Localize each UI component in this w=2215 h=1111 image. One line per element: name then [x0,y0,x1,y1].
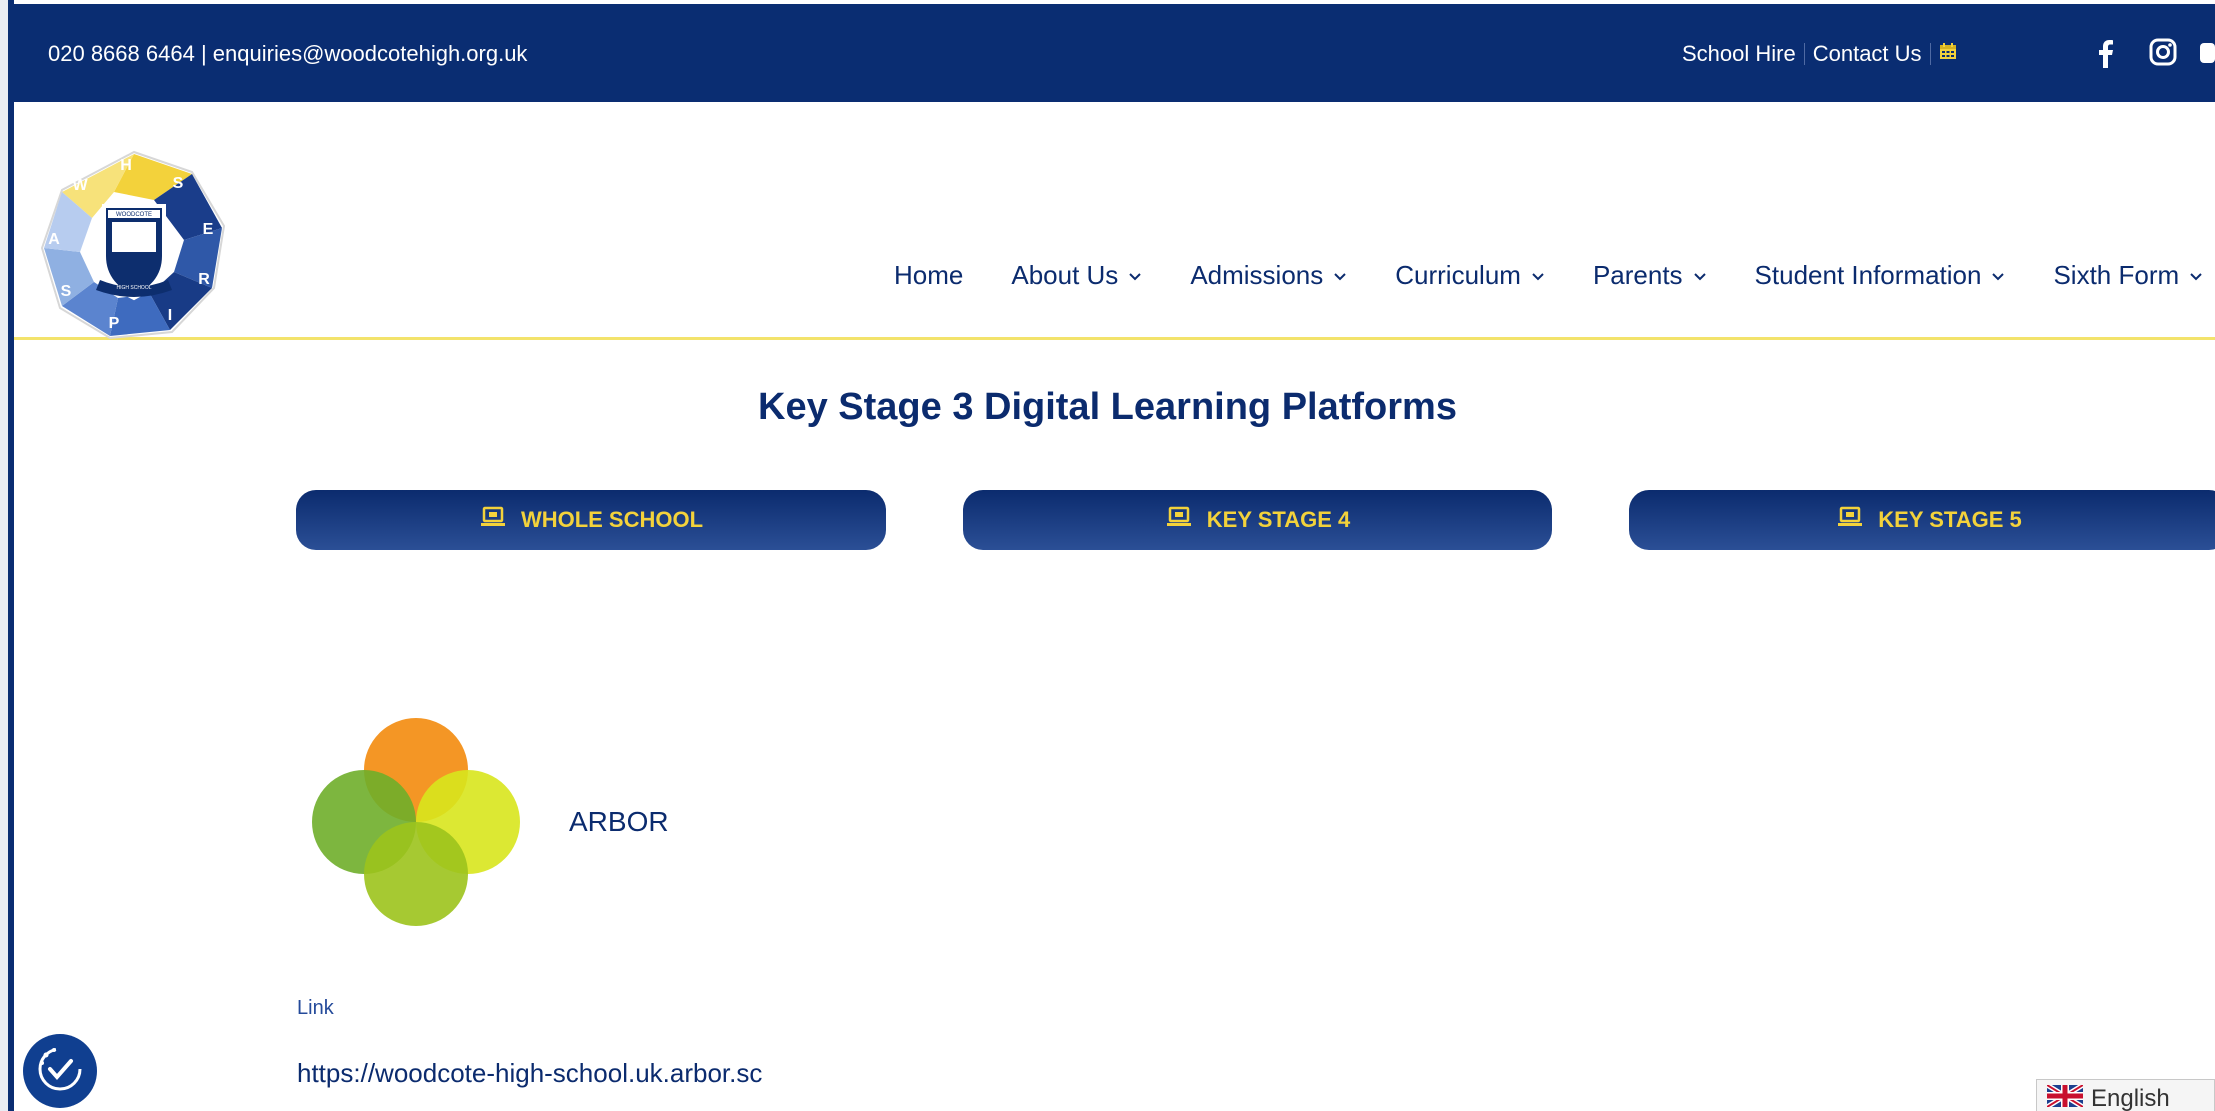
logo-letter: E [203,221,214,238]
laptop-icon [1165,505,1193,535]
window-edge [0,0,14,1111]
language-selector[interactable]: English [2036,1079,2215,1111]
nav-item-sixth-form[interactable]: Sixth Form [2053,260,2203,291]
nav-item-admissions[interactable]: Admissions [1190,260,1347,291]
logo-letter: A [48,231,60,248]
accessibility-button[interactable] [23,1034,97,1108]
nav-item-label: Curriculum [1395,260,1521,290]
logo-letter: W [72,177,88,194]
platform-url-link[interactable]: https://woodcote-high-school.uk.arbor.sc [297,1058,762,1089]
key-stage-4-button[interactable]: KEY STAGE 4 [963,490,1552,550]
school-hire-link[interactable]: School Hire [1682,41,1796,67]
laptop-icon [1836,505,1864,535]
nav-item-label: Sixth Form [2053,260,2180,290]
contact-info: 020 8668 6464 | enquiries@woodcotehigh.o… [48,41,527,67]
logo-letter: P [109,315,120,332]
chevron-down-icon [2189,266,2203,287]
nav-item-label: Admissions [1190,260,1324,290]
nav-item-parents[interactable]: Parents [1593,260,1707,291]
email-link[interactable]: enquiries@woodcotehigh.org.uk [213,41,528,66]
nav-item-about-us[interactable]: About Us [1011,260,1142,291]
nav-item-home[interactable]: Home [894,260,963,291]
nav-item-label: Student Information [1754,260,1982,290]
accessibility-icon [34,1043,86,1100]
button-label: KEY STAGE 5 [1878,507,2022,532]
chevron-down-icon [1333,266,1347,287]
chevron-down-icon [1693,266,1707,287]
nav-item-curriculum[interactable]: Curriculum [1395,260,1545,291]
divider [1803,43,1805,65]
language-label: English [2091,1085,2170,1111]
platform-name: ARBOR [569,806,669,837]
chevron-down-icon [1128,266,1142,287]
nav-item-label: About Us [1011,260,1119,290]
crest-subtext: HIGH SCHOOL [116,285,151,291]
logo-letter: I [168,307,172,324]
main-navigation: Home About Us Admissions Curriculum Pare… [894,260,2203,291]
button-label: WHOLE SCHOOL [520,507,704,532]
nav-item-student-information[interactable]: Student Information [1755,260,2006,291]
laptop-icon [479,505,507,535]
uk-flag-icon [2045,1082,2085,1111]
facebook-icon[interactable] [2096,38,2126,68]
arbor-logo[interactable] [306,710,526,930]
site-header: WOODCOTE HIGH SCHOOL W H S E R I P S A H… [14,102,2215,340]
whole-school-button[interactable]: WHOLE SCHOOL [296,490,886,550]
key-stage-5-button[interactable]: KEY STAGE 5 [1629,490,2215,550]
youtube-icon[interactable] [2200,39,2215,67]
phone-number[interactable]: 020 8668 6464 [48,41,195,66]
logo-letter: S [61,283,72,300]
page-title: Key Stage 3 Digital Learning Platforms [758,386,1457,428]
chevron-down-icon [1531,266,1545,287]
calendar-icon[interactable] [1939,42,1957,66]
chevron-down-icon [1991,266,2005,287]
contact-separator: | [200,41,207,66]
link-label: Link [297,997,334,1019]
instagram-icon[interactable] [2148,37,2180,69]
contact-us-link[interactable]: Contact Us [1813,41,1922,67]
top-bar: 020 8668 6464 | enquiries@woodcotehigh.o… [14,4,2215,102]
nav-item-label: Home [894,260,964,290]
logo-letter: R [198,271,210,288]
logo-letter: S [173,175,184,192]
divider [1929,43,1931,65]
crest-text: WOODCOTE [116,212,152,218]
utility-links: School Hire Contact Us [1682,41,1957,67]
nav-item-label: Parents [1592,260,1683,290]
logo-letter: H [120,157,132,174]
button-label: KEY STAGE 4 [1206,507,1351,532]
school-logo[interactable]: WOODCOTE HIGH SCHOOL W H S E R I P S A [34,148,234,344]
